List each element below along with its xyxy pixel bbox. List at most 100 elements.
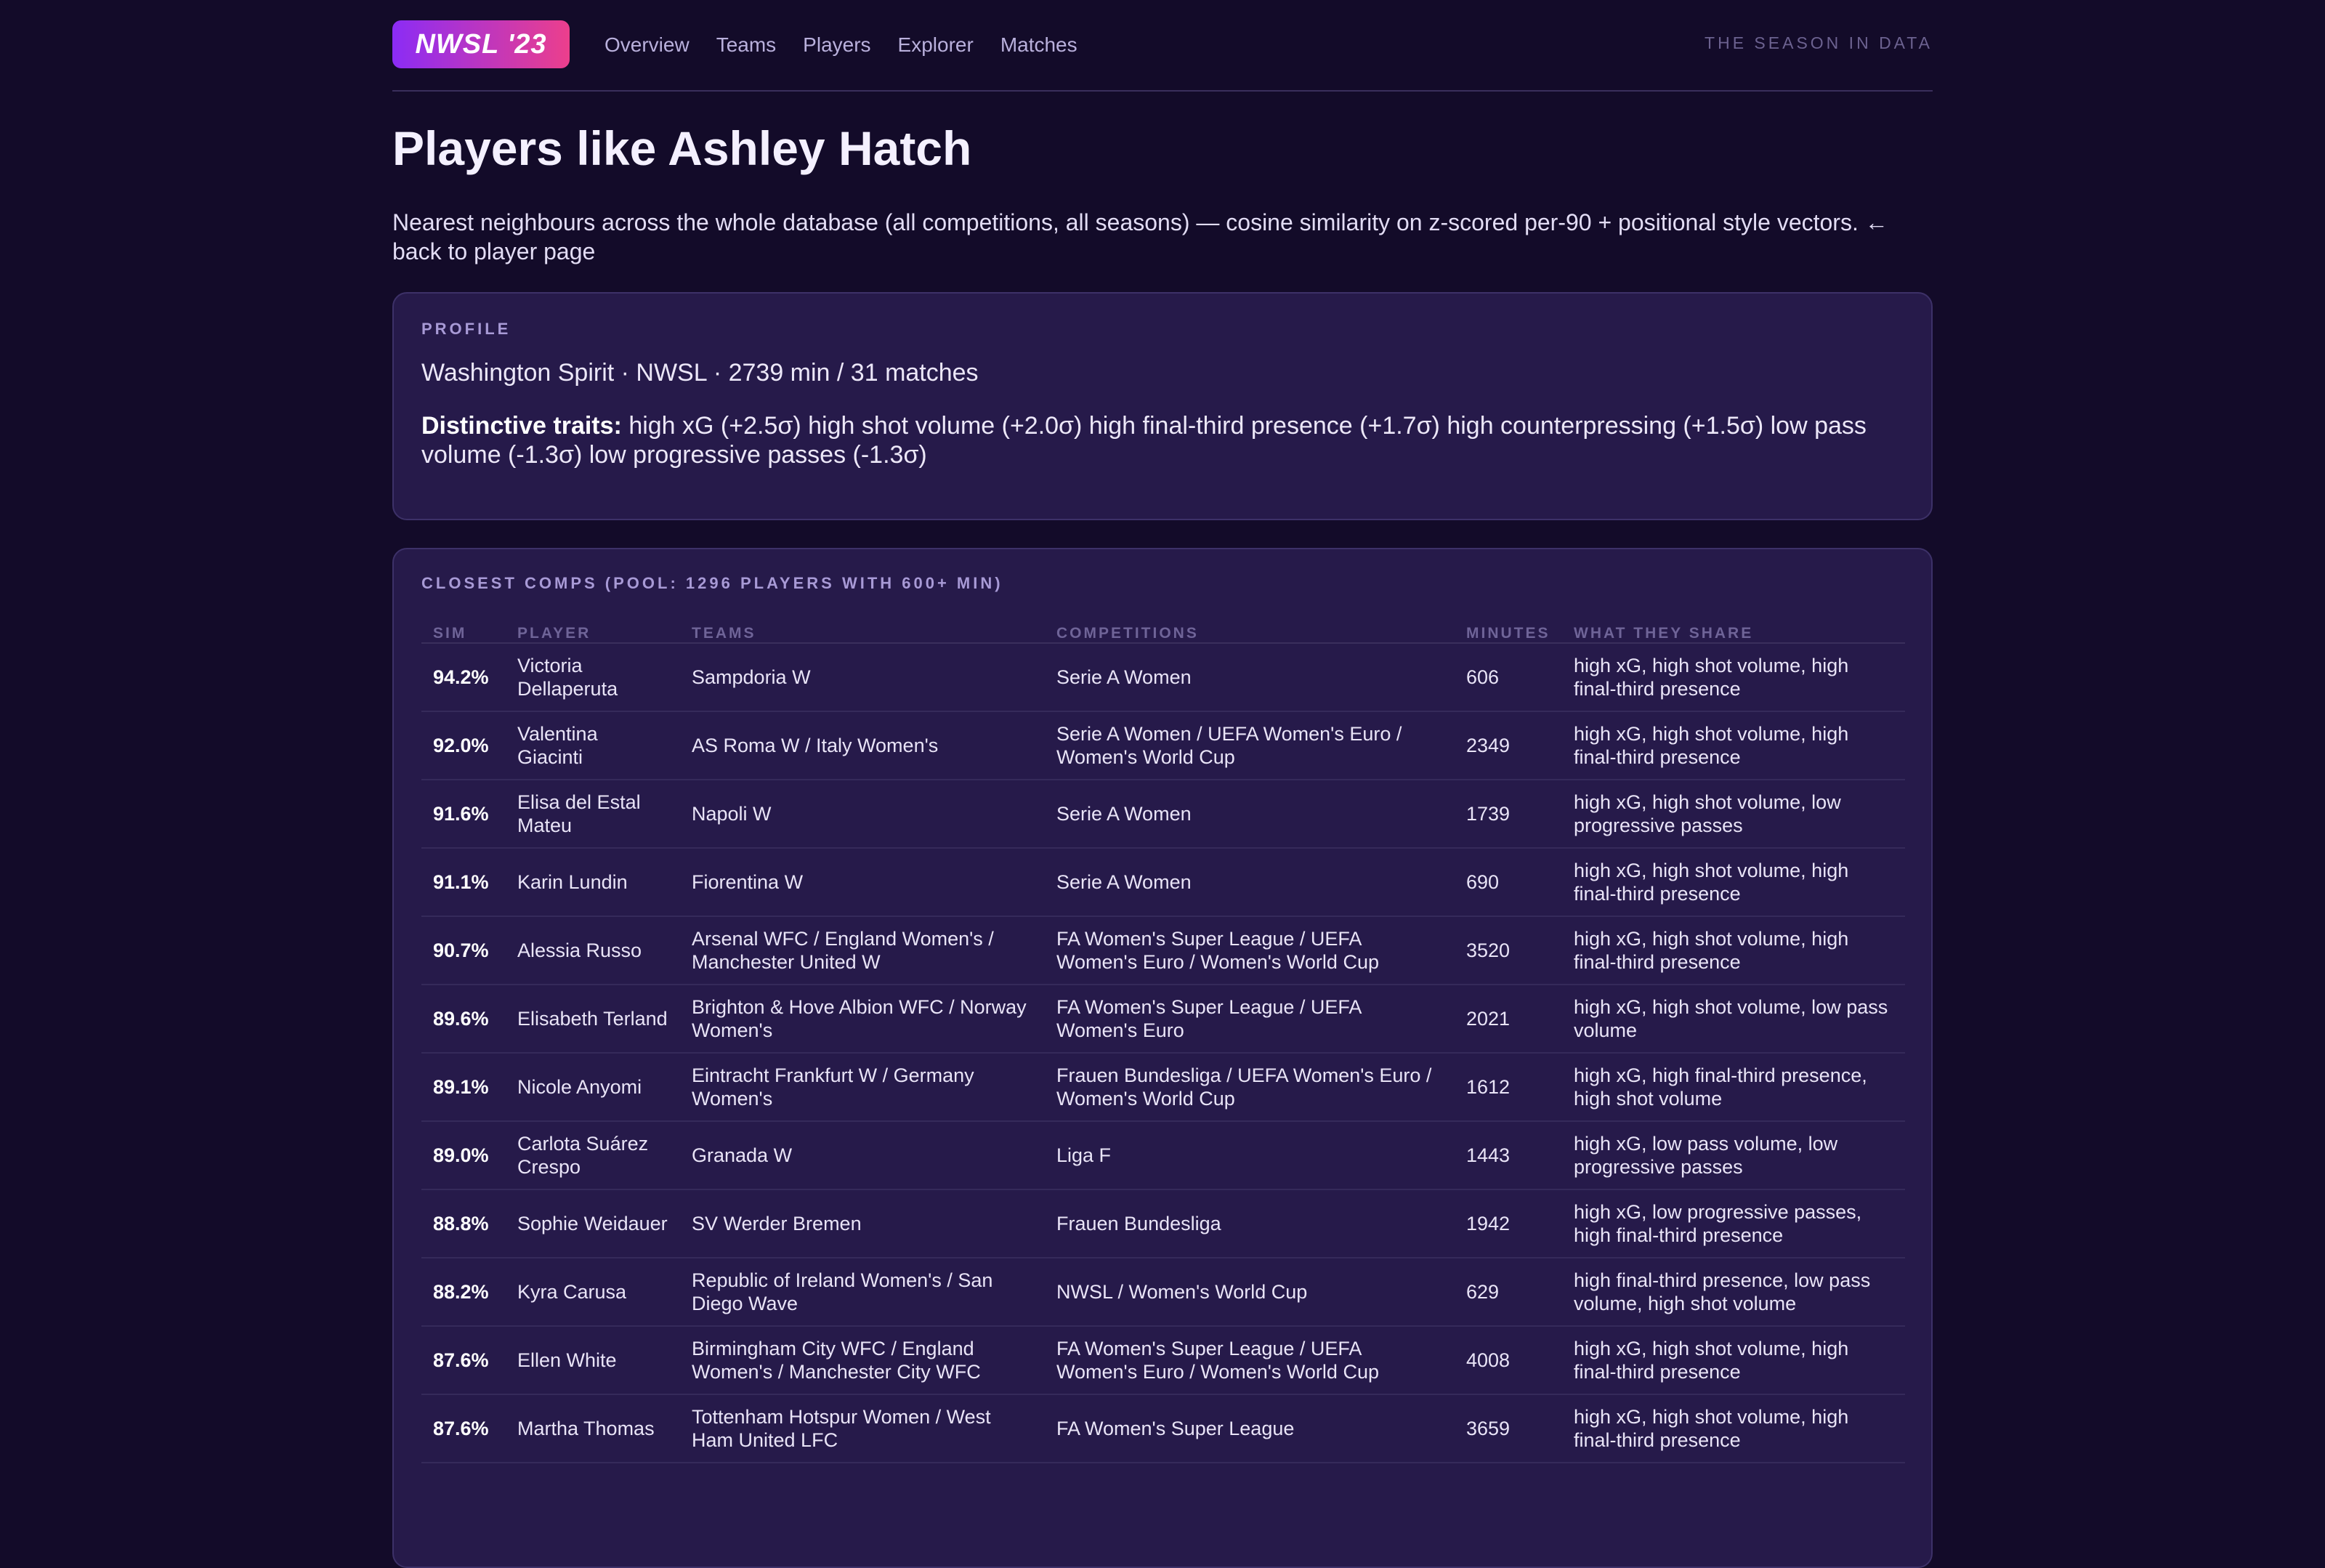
sim-cell: 88.8% [421, 1189, 506, 1258]
table-row[interactable]: 90.7% Alessia Russo Arsenal WFC / England … [421, 916, 1905, 985]
profile-summary: Washington Spirit · NWSL · 2739 min / 31… [421, 359, 979, 387]
minutes-cell: 3659 [1455, 1394, 1562, 1463]
site-logo[interactable]: NWSL '23 [392, 20, 570, 68]
table-row[interactable]: 91.1% Karin Lundin Fiorentina W Serie A Wom… [421, 848, 1905, 917]
share-cell: high xG, high final-third presence, high… [1562, 1053, 1905, 1122]
minutes-cell: 1739 [1455, 780, 1562, 849]
competitions-cell: Serie A Women [1045, 780, 1455, 849]
share-cell: high xG, high shot volume, low progressi… [1562, 780, 1905, 849]
site-tagline: THE SEASON IN DATA [1705, 33, 1933, 52]
teams-cell: Birmingham City WFC / England Women's / … [680, 1326, 1045, 1395]
col-header-sim[interactable]: SIM [421, 618, 506, 644]
competitions-cell: FA Women's Super League / UEFA Women's E… [1045, 1326, 1455, 1395]
player-cell[interactable]: Sophie Weidauer [506, 1189, 680, 1258]
traits-label: Distinctive traits: [421, 412, 622, 440]
nav-link-matches[interactable]: Matches [1000, 29, 1077, 61]
col-header-competitions[interactable]: COMPETITIONS [1045, 618, 1455, 644]
player-cell[interactable]: Elisabeth Terland [506, 985, 680, 1054]
table-row[interactable]: 94.2% Victoria Dellaperuta Sampdoria W Seri… [421, 643, 1905, 712]
player-cell[interactable]: Carlota Suárez Crespo [506, 1121, 680, 1190]
profile-label: PROFILE [421, 320, 512, 338]
sim-cell: 89.6% [421, 985, 506, 1054]
table-row[interactable]: 91.6% Elisa del Estal Mateu Napoli W Serie … [421, 780, 1905, 849]
profile-card: PROFILE Washington Spirit · NWSL · 2739 … [392, 292, 1933, 520]
player-cell[interactable]: Ellen White [506, 1326, 680, 1395]
teams-cell: Granada W [680, 1121, 1045, 1190]
sim-cell: 90.7% [421, 916, 506, 985]
page-title: Players like Ashley Hatch [392, 121, 972, 175]
share-cell: high xG, high shot volume, high final-th… [1562, 916, 1905, 985]
share-cell: high final-third presence, low pass volu… [1562, 1258, 1905, 1327]
teams-cell: SV Werder Bremen [680, 1189, 1045, 1258]
competitions-cell: FA Women's Super League / UEFA Women's E… [1045, 985, 1455, 1054]
col-header-minutes[interactable]: MINUTES [1455, 618, 1562, 644]
sim-cell: 89.1% [421, 1053, 506, 1122]
nav-link-overview[interactable]: Overview [604, 29, 690, 61]
share-cell: high xG, high shot volume, high final-th… [1562, 1326, 1905, 1395]
player-cell[interactable]: Alessia Russo [506, 916, 680, 985]
table-row[interactable]: 89.0% Carlota Suárez Crespo Granada W Liga … [421, 1121, 1905, 1190]
minutes-cell: 1443 [1455, 1121, 1562, 1190]
page-container: NWSL '23 Overview Teams Players Explorer… [392, 0, 1933, 1568]
col-header-share[interactable]: WHAT THEY SHARE [1562, 618, 1905, 644]
teams-cell: Tottenham Hotspur Women / West Ham Unite… [680, 1394, 1045, 1463]
table-row[interactable]: 87.6% Ellen White Birmingham City WFC / En… [421, 1326, 1905, 1395]
share-cell: high xG, high shot volume, high final-th… [1562, 848, 1905, 917]
table-row[interactable]: 92.0% Valentina Giacinti AS Roma W / Italy… [421, 711, 1905, 780]
nav-link-teams[interactable]: Teams [716, 29, 776, 61]
col-header-teams[interactable]: TEAMS [680, 618, 1045, 644]
comps-label: CLOSEST COMPS (POOL: 1296 PLAYERS WITH 6… [421, 574, 1003, 592]
player-cell[interactable]: Elisa del Estal Mateu [506, 780, 680, 849]
competitions-cell: Serie A Women [1045, 848, 1455, 917]
share-cell: high xG, low pass volume, low progressiv… [1562, 1121, 1905, 1190]
nav-link-players[interactable]: Players [803, 29, 870, 61]
table-row[interactable]: 89.6% Elisabeth Terland Brighton & Hove Al… [421, 985, 1905, 1054]
share-cell: high xG, high shot volume, high final-th… [1562, 643, 1905, 712]
minutes-cell: 3520 [1455, 916, 1562, 985]
sim-cell: 91.1% [421, 848, 506, 917]
nav-link-explorer[interactable]: Explorer [898, 29, 974, 61]
sim-cell: 87.6% [421, 1394, 506, 1463]
sim-cell: 92.0% [421, 711, 506, 780]
sim-cell: 87.6% [421, 1326, 506, 1395]
table-row[interactable]: 89.1% Nicole Anyomi Eintracht Frankfurt W … [421, 1053, 1905, 1122]
teams-cell: Eintracht Frankfurt W / Germany Women's [680, 1053, 1045, 1122]
sim-cell: 89.0% [421, 1121, 506, 1190]
competitions-cell: FA Women's Super League [1045, 1394, 1455, 1463]
competitions-cell: Liga F [1045, 1121, 1455, 1190]
competitions-cell: Frauen Bundesliga / UEFA Women's Euro / … [1045, 1053, 1455, 1122]
top-nav: NWSL '23 Overview Teams Players Explorer… [392, 0, 1933, 92]
competitions-cell: FA Women's Super League / UEFA Women's E… [1045, 916, 1455, 985]
sim-cell: 94.2% [421, 643, 506, 712]
sim-cell: 91.6% [421, 780, 506, 849]
share-cell: high xG, high shot volume, high final-th… [1562, 711, 1905, 780]
minutes-cell: 1612 [1455, 1053, 1562, 1122]
traits-text: high xG (+2.5σ) high shot volume (+2.0σ)… [421, 412, 1867, 469]
minutes-cell: 629 [1455, 1258, 1562, 1327]
closest-comps-card: CLOSEST COMPS (POOL: 1296 PLAYERS WITH 6… [392, 548, 1933, 1568]
competitions-cell: NWSL / Women's World Cup [1045, 1258, 1455, 1327]
teams-cell: Sampdoria W [680, 643, 1045, 712]
table-row[interactable]: 87.6% Martha Thomas Tottenham Hotspur Wome… [421, 1394, 1905, 1463]
minutes-cell: 1942 [1455, 1189, 1562, 1258]
teams-cell: AS Roma W / Italy Women's [680, 711, 1045, 780]
player-cell[interactable]: Kyra Carusa [506, 1258, 680, 1327]
col-header-player[interactable]: PLAYER [506, 618, 680, 644]
comps-table-body: 94.2% Victoria Dellaperuta Sampdoria W Seri… [421, 643, 1905, 1463]
table-header-row: SIM PLAYER TEAMS COMPETITIONS MINUTES WH… [421, 618, 1905, 644]
minutes-cell: 4008 [1455, 1326, 1562, 1395]
share-cell: high xG, high shot volume, high final-th… [1562, 1394, 1905, 1463]
player-cell[interactable]: Martha Thomas [506, 1394, 680, 1463]
player-cell[interactable]: Karin Lundin [506, 848, 680, 917]
minutes-cell: 2021 [1455, 985, 1562, 1054]
teams-cell: Fiorentina W [680, 848, 1045, 917]
minutes-cell: 606 [1455, 643, 1562, 712]
player-cell[interactable]: Valentina Giacinti [506, 711, 680, 780]
share-cell: high xG, low progressive passes, high fi… [1562, 1189, 1905, 1258]
player-cell[interactable]: Victoria Dellaperuta [506, 643, 680, 712]
competitions-cell: Frauen Bundesliga [1045, 1189, 1455, 1258]
nav-links: Overview Teams Players Explorer Matches [604, 29, 1104, 61]
player-cell[interactable]: Nicole Anyomi [506, 1053, 680, 1122]
table-row[interactable]: 88.8% Sophie Weidauer SV Werder Bremen Frau… [421, 1189, 1905, 1258]
table-row[interactable]: 88.2% Kyra Carusa Republic of Ireland Wome… [421, 1258, 1905, 1327]
